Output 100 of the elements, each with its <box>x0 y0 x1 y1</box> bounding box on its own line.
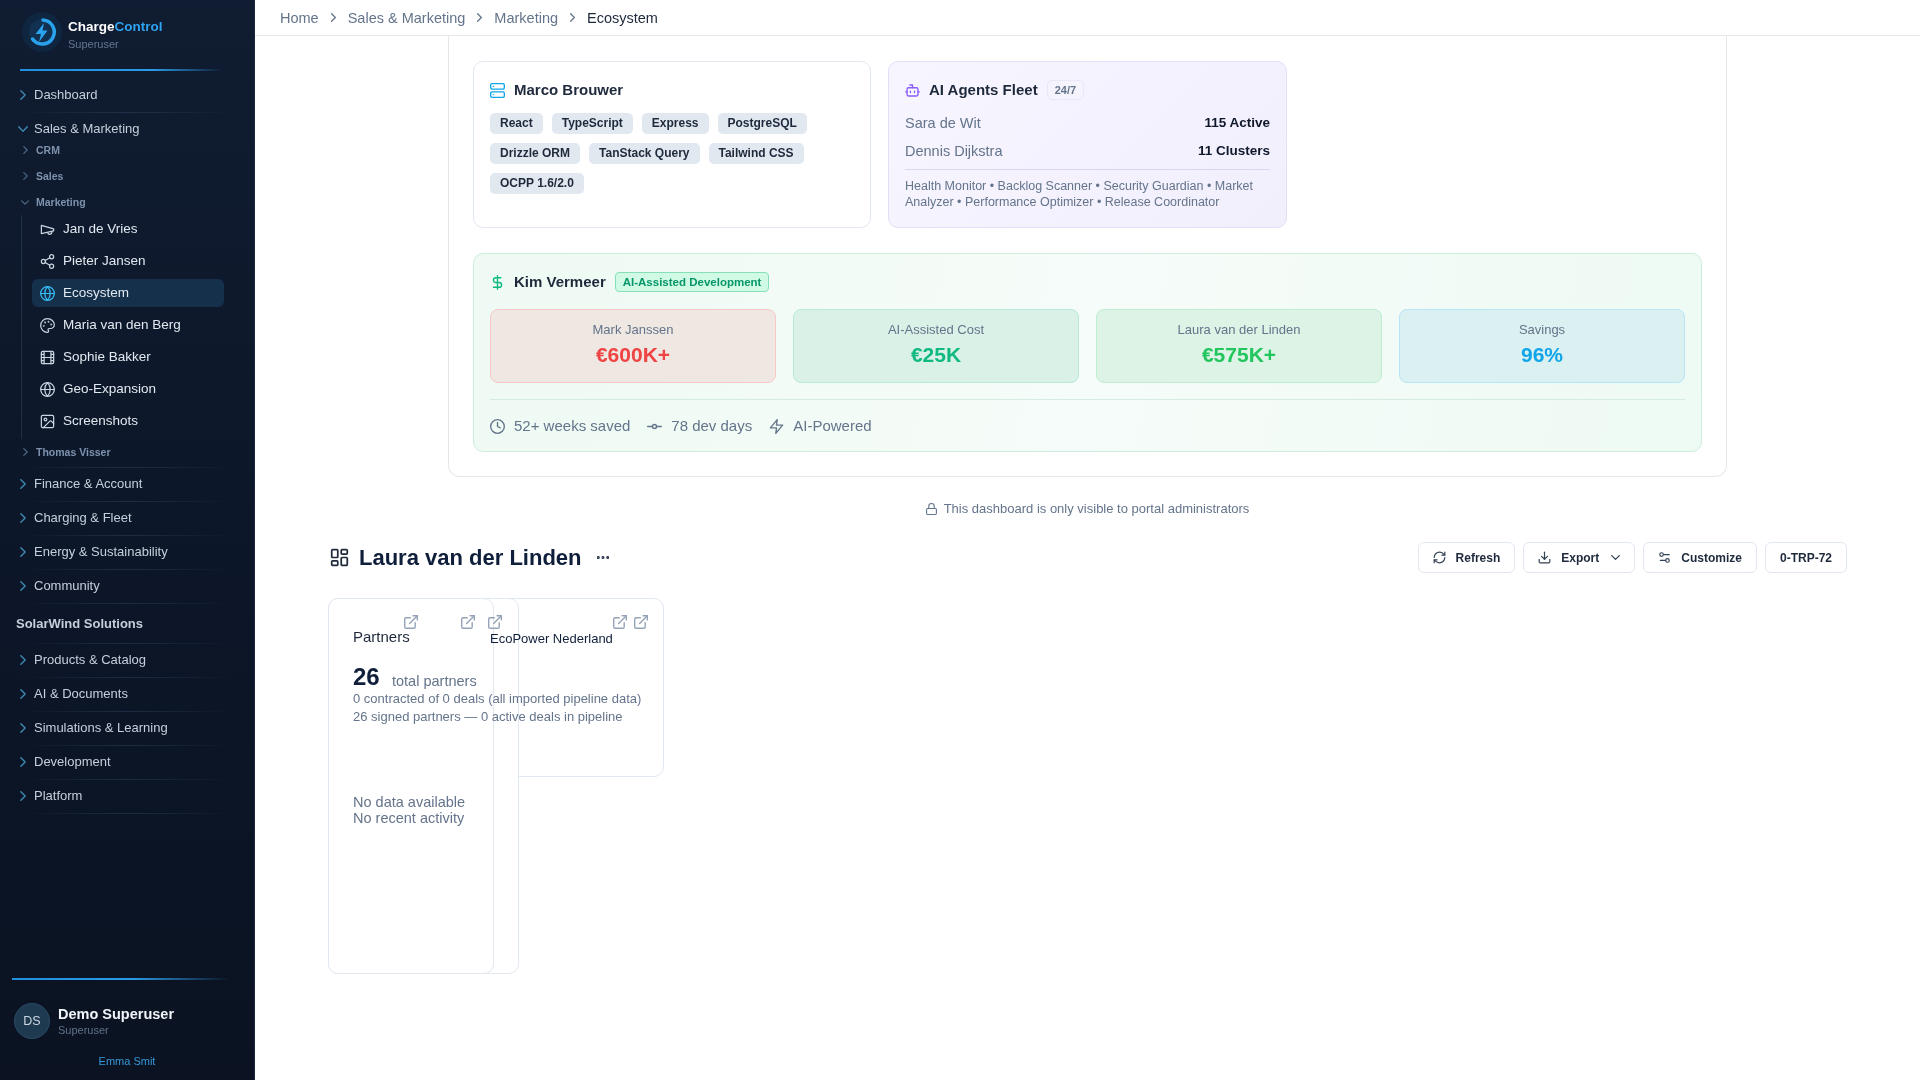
more-icon[interactable] <box>596 556 609 559</box>
stat-value: €25K <box>910 342 962 368</box>
breadcrumb-link[interactable]: Sales & Marketing <box>347 8 466 27</box>
nav-group-item[interactable]: Sales & Marketing <box>0 113 254 137</box>
grid-icon <box>330 548 349 567</box>
share-icon <box>40 253 55 269</box>
nav-subgroup-item[interactable]: Thomas Visser <box>0 439 254 465</box>
card-title: Marco Brouwer <box>514 80 624 100</box>
agent-row-label: Sara de Wit <box>905 114 981 133</box>
nav-link[interactable]: Maria van den Berg <box>32 311 224 339</box>
empty-state-text: No recent activity <box>353 810 465 826</box>
refresh-icon <box>1432 551 1446 564</box>
footer-link[interactable]: Emma Smit <box>98 1055 156 1067</box>
nav-link[interactable]: Sophie Bakker <box>32 343 224 371</box>
palette-icon <box>40 317 55 333</box>
lightning-icon <box>769 418 785 434</box>
nav-group-item[interactable]: AI & Documents <box>0 678 254 711</box>
image-icon <box>40 413 55 429</box>
external-link-icon[interactable] <box>634 615 648 629</box>
tech-tag: Express <box>641 113 709 134</box>
nav-link[interactable]: Pieter Jansen <box>32 247 224 275</box>
nav-subgroup-item[interactable]: Marketing <box>0 189 254 215</box>
widget-detail-text: 26 signed partners — 0 active deals in pipeline <box>353 709 623 725</box>
toolbar-button[interactable]: Refresh <box>1417 542 1516 573</box>
tech-tag: OCPP 1.6/2.0 <box>490 173 584 194</box>
breadcrumb-link[interactable]: Home <box>280 8 319 27</box>
nav-link[interactable]: Geo-Expansion <box>32 375 224 403</box>
avatar: DS <box>14 1003 50 1039</box>
dollar-icon <box>490 274 505 290</box>
card-title: AI Agents Fleet <box>929 80 1038 100</box>
nav-group-item[interactable]: Platform <box>0 780 254 813</box>
nav-group-item[interactable]: Community <box>0 570 254 603</box>
nav-link[interactable]: Screenshots <box>32 407 224 435</box>
external-link-icon[interactable] <box>488 615 502 629</box>
toolbar-button[interactable]: Export <box>1523 542 1636 573</box>
highlight-text: 78 dev days <box>671 416 753 436</box>
globe-icon <box>40 285 55 301</box>
chevron-right-icon <box>330 13 336 22</box>
tech-tag: Drizzle ORM <box>490 143 580 164</box>
nav-group-item[interactable]: Finance & Account <box>0 468 254 501</box>
category-badge: AI-Assisted Development <box>614 272 770 292</box>
server-icon <box>490 82 505 98</box>
chevron-right-icon <box>570 13 576 22</box>
nav-link[interactable]: Jan de Vries <box>32 215 224 243</box>
panel-title: Kim Vermeer <box>514 272 606 292</box>
nav-section-heading: SolarWind Solutions <box>16 616 143 631</box>
external-link-icon[interactable] <box>404 615 418 629</box>
metric-value: 26 <box>353 664 380 690</box>
tech-tag: React <box>490 113 543 134</box>
breadcrumb-link[interactable]: Marketing <box>494 8 559 27</box>
external-link-icon[interactable] <box>613 615 627 629</box>
nav-subgroup-item[interactable]: CRM <box>0 137 254 163</box>
agent-row-value: 11 Clusters <box>1197 142 1270 160</box>
agent-row-label: Dennis Dijkstra <box>905 142 1003 161</box>
nav-subgroup-item[interactable]: Sales <box>0 163 254 189</box>
brand-subtitle: Superuser <box>68 37 119 51</box>
nav-group-item[interactable]: Energy & Sustainability <box>0 536 254 569</box>
stat-value: €600K+ <box>595 342 671 368</box>
tech-tag: PostgreSQL <box>717 113 807 134</box>
stat-label: AI-Assisted Cost <box>887 322 985 338</box>
globe-icon <box>40 381 55 397</box>
highlight-text: 52+ weeks saved <box>514 416 631 436</box>
film-icon <box>40 349 55 365</box>
nav-link[interactable]: Ecosystem <box>32 279 224 307</box>
brand-name: ChargeControl <box>68 18 163 36</box>
tech-tag: Tailwind CSS <box>708 143 804 164</box>
tech-tag: TanStack Query <box>589 143 700 164</box>
logo-icon <box>22 12 62 52</box>
availability-badge: 24/7 <box>1046 80 1085 100</box>
stat-label: Savings <box>1518 322 1566 338</box>
stat-label: Laura van der Linden <box>1177 322 1301 338</box>
toolbar-button[interactable]: Customize <box>1643 542 1757 573</box>
agent-row-value: 115 Active <box>1204 114 1270 132</box>
nav-group-item[interactable]: Dashboard <box>0 79 254 112</box>
download-icon <box>1538 551 1552 564</box>
clock-icon <box>490 418 505 434</box>
chevron-down-icon <box>1611 555 1621 560</box>
empty-state-text: No data available <box>353 794 466 810</box>
lock-icon <box>925 503 937 515</box>
toolbar-button[interactable]: 0-TRP-72 <box>1765 542 1847 573</box>
admin-notice-text: This dashboard is only visible to portal administrators <box>943 501 1250 517</box>
widget-title: EcoPower Nederland <box>490 631 613 647</box>
dashboard-title: Laura van der Linden <box>359 543 582 572</box>
agents-list-text: Health Monitor • Backlog Scanner • Security Guardian • Market Analyzer • Performance Optimizer • Release Coordinator <box>905 178 1254 210</box>
robot-icon <box>905 83 920 97</box>
stat-value: 96% <box>1521 342 1563 368</box>
user-name: Demo Superuser <box>58 1005 175 1023</box>
widget-title: Partners <box>353 628 410 646</box>
external-link-icon[interactable] <box>461 615 475 629</box>
user-role: Superuser <box>58 1023 109 1037</box>
metric-caption: total partners <box>392 673 477 689</box>
nav-group-item[interactable]: Development <box>0 746 254 779</box>
stat-value: €575K+ <box>1201 342 1277 368</box>
highlight-text: AI-Powered <box>793 416 872 436</box>
widget-detail-text: 0 contracted of 0 deals (all imported pipeline data) <box>353 691 642 707</box>
nav-group-item[interactable]: Products & Catalog <box>0 644 254 677</box>
breadcrumb-current: Ecosystem <box>587 8 658 27</box>
sliders-icon <box>1658 551 1672 564</box>
nav-group-item[interactable]: Simulations & Learning <box>0 712 254 745</box>
nav-group-item[interactable]: Charging & Fleet <box>0 502 254 535</box>
